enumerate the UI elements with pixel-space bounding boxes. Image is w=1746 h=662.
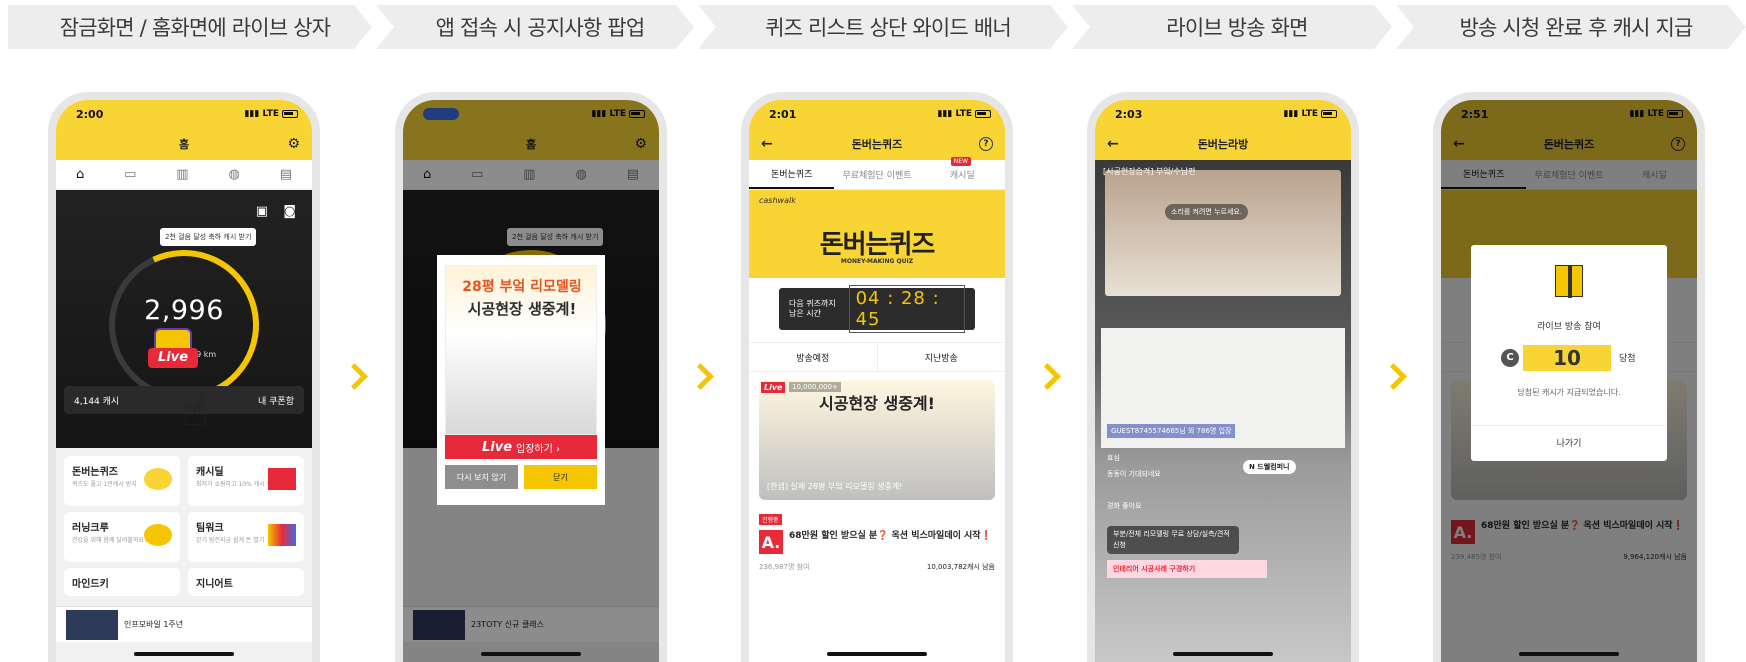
building-icon[interactable]: ▥ <box>176 167 188 182</box>
teamwork-icon <box>268 524 296 546</box>
step-5: 방송 시청 완료 후 캐시 지급 <box>1396 5 1746 49</box>
close-button[interactable]: 닫기 <box>524 465 597 489</box>
broadcast-tabs: 방송예정 지난방송 <box>749 342 1005 372</box>
notice-popup: 28평 부엌 리모델링 시공현장 생중계! Live 입장하기 › 다시 보지 않… <box>437 255 605 505</box>
card-cashdeal[interactable]: 캐시딜 최저가 쇼핑하고 10% 캐시 적립 <box>188 456 304 506</box>
back-arrow-icon[interactable]: ← <box>1107 136 1119 152</box>
chat-list: 효심 동동이 기대되네요 경화 좋아요 <box>1107 454 1161 510</box>
arrow-right-icon <box>1383 365 1399 391</box>
step-counter-panel: ▣ ◙ 2천 걸음 달성 축하 캐시 받기 2,996 걸음 26 kcal |… <box>56 190 312 448</box>
step-count: 2,996 <box>144 295 224 326</box>
unmute-button[interactable]: 소리를 켜려면 누르세요. <box>1165 204 1249 220</box>
help-icon[interactable]: ? <box>979 137 993 151</box>
top-bar: 홈 ⚙ <box>56 128 312 160</box>
card-mindkey[interactable]: 마인드키 <box>64 568 180 596</box>
arrow-right-icon <box>344 365 360 391</box>
phone-cash-reward: 2:51▮▮▮ LTE ← 돈버는퀴즈 ? 돈버는퀴즈 무료체험단 이벤트 캐시… <box>1433 92 1705 662</box>
battery-icon <box>1321 109 1337 118</box>
countdown-timer: 다음 퀴즈까지 남은 시간 04 : 28 : 45 <box>779 285 975 333</box>
new-badge: NEW <box>950 157 971 166</box>
reward-tooltip[interactable]: 2천 걸음 달성 축하 캐시 받기 <box>160 228 257 246</box>
quiz-wide-banner[interactable]: cashwalk 돈버는퀴즈 MONEY-MAKING QUIZ <box>749 190 1005 278</box>
status-badge: 진행중 <box>759 514 782 525</box>
phone-quiz-list: 2:01 ▮▮▮ LTE ← 돈버는퀴즈 ? 돈버는퀴즈 무료체험단 이벤트 캐시… <box>741 92 1013 662</box>
product-card[interactable]: 부분/전체 리모델링 무료 상담/실측/견적 신청 <box>1107 526 1239 554</box>
tab-past[interactable]: 지난방송 <box>876 343 1006 371</box>
arrow-right-icon <box>1037 365 1053 391</box>
treasure-chest-icon <box>154 328 192 350</box>
gear-icon[interactable]: ⚙ <box>287 136 300 152</box>
enter-live-button[interactable]: Live 입장하기 › <box>445 435 597 459</box>
page-title: 돈버는라방 <box>1197 138 1249 151</box>
status-bar: 2:00 ▮▮▮ LTE <box>56 100 312 128</box>
back-arrow-icon[interactable]: ← <box>761 136 773 152</box>
list-icon[interactable]: ▤ <box>280 167 292 182</box>
reward-amount: 10 <box>1523 345 1611 371</box>
live-broadcast-card[interactable]: Live 10,000,000+ 시공현장 생중계! [한샘] 실제 28평 부… <box>759 380 995 500</box>
step-3: 퀴즈 리스트 상단 와이드 배너 <box>698 5 1068 49</box>
game-icon[interactable]: ◍ <box>228 167 239 182</box>
phone-live-stream: 2:03 ▮▮▮ LTE ← 돈버는라방 [시공현장습격] 부엌/수납편 소리를 … <box>1087 92 1359 662</box>
ad-thumbnail <box>66 609 118 640</box>
tab-free-trial[interactable]: 무료체험단 이벤트 <box>834 160 919 189</box>
quiz-item[interactable]: A. 68만원 할인 받으실 분❓ 옥션 빅스마일데이 시작❗ <box>759 530 995 554</box>
cash-coin-icon: C <box>1501 349 1519 367</box>
ad-banner[interactable]: 인프모바일 1주년 <box>56 606 312 642</box>
cashdeal-icon <box>268 468 296 490</box>
coupon-link[interactable]: 내 쿠폰함 <box>258 394 294 407</box>
phone-home-screen: 2:00 ▮▮▮ LTE 홈 ⚙ ⌂ ▭ ▥ ◍ ▤ ▣ ◙ 2천 걸음 달성 … <box>48 92 320 662</box>
step-4: 라이브 방송 화면 <box>1072 5 1392 49</box>
phone-notice-popup: ▮▮▮ LTE 홈 ⚙ ⌂ ▭ ▥ ◍ ▤ 2천 걸음 달성 축하 캐시 받기 23TOT… <box>395 92 667 662</box>
hand-pointer-icon: ☝ <box>182 386 209 437</box>
live-video[interactable]: [시공현장습격] 부엌/수납편 소리를 켜려면 누르세요. GUEST87455… <box>1095 160 1351 662</box>
popup-image[interactable]: 28평 부엌 리모델링 시공현장 생중계! <box>445 265 597 435</box>
step-1: 잠금화면 / 홈화면에 라이브 상자 <box>8 5 372 49</box>
sponsor-badge[interactable]: N 드웰컴퍼니 <box>1243 460 1296 474</box>
home-indicator <box>134 652 234 656</box>
camera-icon[interactable]: ◙ <box>283 204 296 219</box>
step-banner-row: 잠금화면 / 홈화면에 라이브 상자 앱 접속 시 공지사항 팝업 퀴즈 리스트… <box>8 5 1746 49</box>
tab-quiz[interactable]: 돈버는퀴즈 <box>749 160 835 189</box>
nav-icons: ⌂ ▭ ▥ ◍ ▤ <box>56 160 312 190</box>
interior-banner[interactable]: 인테리어 시공사례 구경하기 <box>1107 560 1267 578</box>
video-frame <box>1105 170 1341 296</box>
tab-upcoming[interactable]: 방송예정 <box>749 343 877 371</box>
home-icon[interactable]: ⌂ <box>76 167 84 182</box>
battery-icon <box>282 109 298 118</box>
runner-icon <box>144 524 172 546</box>
exit-button[interactable]: 나가기 <box>1471 425 1667 461</box>
dont-show-again-button[interactable]: 다시 보지 않기 <box>445 465 518 489</box>
battery-icon <box>975 109 991 118</box>
step-2: 앱 접속 시 공지사항 팝업 <box>376 5 694 49</box>
page-title: 돈버는퀴즈 <box>851 138 903 151</box>
card-teamwork[interactable]: 팀워크 걷기 팀전지금 쉽게 돈 벌기 <box>188 512 304 562</box>
page-title: 홈 <box>178 138 190 151</box>
coin-icon <box>144 468 172 490</box>
reward-dialog: 라이브 방송 참여 C 10 당첨 당첨된 캐시가 지급되었습니다. 나가기 <box>1471 245 1667 461</box>
arrow-right-icon <box>690 365 706 391</box>
card-running[interactable]: 러닝크루 건강을 위해 함께 달려볼까요? <box>64 512 180 562</box>
chat-icon[interactable]: ▭ <box>124 167 136 182</box>
card-genie[interactable]: 지니어트 <box>188 568 304 596</box>
gift-box-icon <box>1555 265 1583 298</box>
calendar-icon[interactable]: ▣ <box>256 204 268 219</box>
live-box-button[interactable]: Live <box>148 326 198 374</box>
tab-bar: 돈버는퀴즈 무료체험단 이벤트 캐시딜 NEW <box>749 157 1005 190</box>
auction-logo-icon: A. <box>759 530 783 554</box>
card-quiz[interactable]: 돈버는퀴즈 퀴즈도 풀고 1만캐시 받자 <box>64 456 180 506</box>
